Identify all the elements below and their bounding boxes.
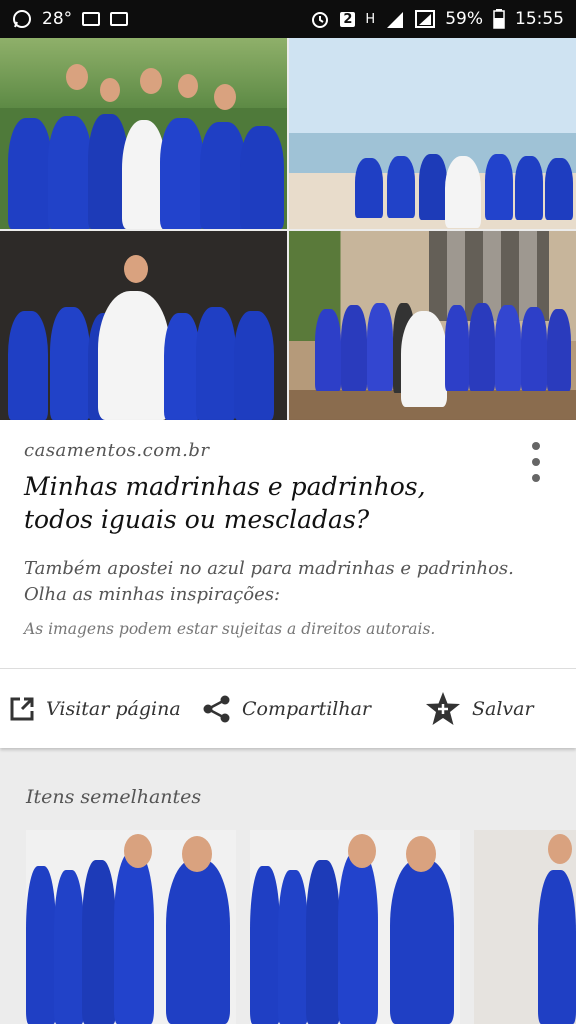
save-label: Salvar (472, 697, 534, 720)
open-external-icon (8, 695, 36, 723)
status-bar: 28° 2 H 59% 15:55 (0, 0, 576, 38)
similar-item-thumb[interactable] (26, 830, 236, 1024)
gallery-icon (82, 12, 101, 26)
similar-item-thumb[interactable] (250, 830, 460, 1024)
photo-garden-bridesmaids (0, 38, 287, 229)
copyright-notice: As imagens podem estar sujeitas a direit… (24, 620, 436, 638)
photo-beach-bridesmaids (289, 38, 576, 229)
more-options-icon[interactable] (526, 442, 546, 482)
star-plus-icon (424, 691, 462, 727)
similar-item-thumb[interactable] (474, 830, 576, 1024)
voicemail-icon (110, 12, 129, 26)
photo-lounge-bridesmaids (289, 231, 576, 420)
result-title[interactable]: Minhas madrinhas e padrinhos, todos igua… (24, 470, 484, 536)
signal-icon (385, 10, 405, 28)
network-type-text: H (365, 11, 376, 27)
clock: 15:55 (515, 9, 564, 29)
whatsapp-icon (12, 9, 32, 29)
save-button[interactable]: Salvar (424, 669, 534, 748)
photo-venue-bridesmaids (0, 231, 287, 420)
visit-page-button[interactable]: Visitar página (8, 669, 181, 748)
source-domain[interactable]: casamentos.com.br (24, 440, 209, 461)
result-card: casamentos.com.br Minhas madrinhas e pad… (0, 420, 576, 748)
share-label: Compartilhar (242, 697, 372, 720)
sim-badge: 2 (340, 11, 356, 27)
battery-percent: 59% (445, 9, 483, 29)
similar-items-heading: Itens semelhantes (26, 786, 202, 808)
result-image-collage[interactable] (0, 38, 576, 420)
alarm-icon (310, 9, 330, 29)
signal-2-icon (415, 10, 436, 28)
visit-page-label: Visitar página (46, 697, 181, 720)
temperature-text: 28° (42, 9, 73, 29)
share-button[interactable]: Compartilhar (202, 669, 371, 748)
battery-icon (493, 9, 505, 29)
action-bar: Visitar página Compartilhar Salvar (0, 669, 576, 748)
result-description: Também apostei no azul para madrinhas e … (24, 558, 514, 605)
share-icon (202, 694, 232, 724)
